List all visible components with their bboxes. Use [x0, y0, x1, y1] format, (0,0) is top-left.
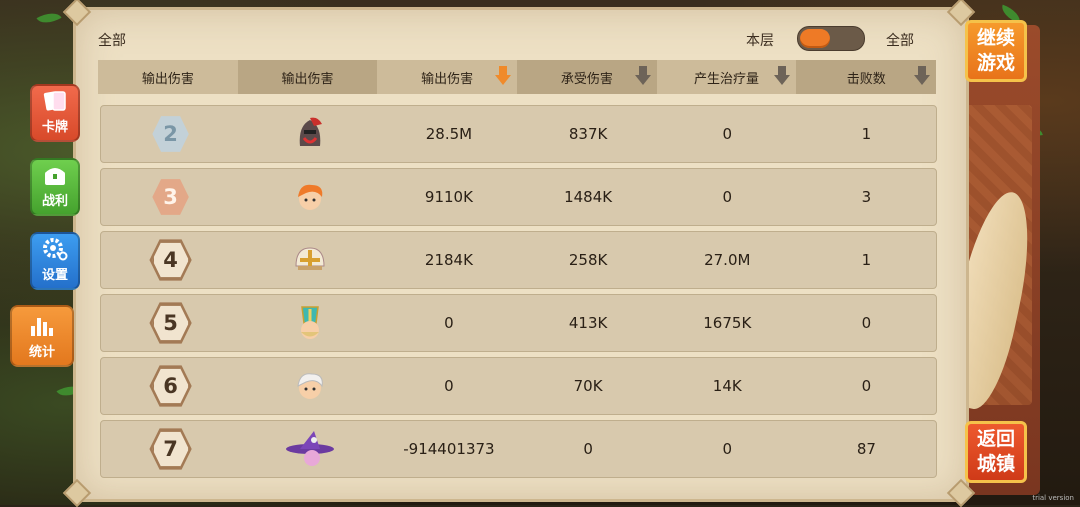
hero-cell [240, 179, 379, 215]
stats-button[interactable]: 统计 [10, 305, 74, 367]
settings-button[interactable]: 设置 [30, 232, 80, 290]
table-row[interactable]: 7 -914401373 0 0 87 [100, 420, 937, 478]
return-line-2: 城镇 [976, 453, 1015, 475]
header-label: 输出伤害 [141, 71, 194, 87]
damage-taken: 413K [568, 314, 608, 332]
header-label: 产生治疗量 [694, 71, 760, 87]
orange-hair-hero-icon [292, 179, 328, 215]
sort-down-icon [634, 66, 651, 86]
damage-dealt: 0 [444, 314, 454, 332]
table-row[interactable]: 2 28.5M 837K 0 1 [100, 105, 937, 163]
floor-label: 本层 [746, 33, 774, 49]
hero-cell [240, 116, 379, 152]
bishop-priest-icon [292, 305, 328, 341]
watermark: trial version [1032, 494, 1074, 502]
cards-icon [42, 89, 68, 113]
table-row[interactable]: 3 9110K 1484K 0 3 [100, 168, 937, 226]
red-helmet-knight-icon [292, 116, 328, 152]
rank-cell: 3 [101, 178, 240, 216]
healing: 27.0M [704, 251, 751, 269]
gear-icon [42, 237, 68, 261]
bar-chart-icon [29, 314, 55, 338]
settings-label: 设置 [41, 268, 68, 283]
floor-all-toggle[interactable] [797, 26, 865, 51]
rank-cell: 6 [101, 364, 240, 408]
paladin-helmet-icon [292, 242, 328, 278]
damage-dealt: 2184K [424, 251, 473, 269]
loot-button[interactable]: 战利 [30, 158, 80, 216]
treasure-chest-icon [42, 163, 68, 187]
damage-dealt: 28.5M [425, 125, 473, 143]
hero-cell [240, 431, 379, 467]
rank-badge: 2 [152, 116, 189, 152]
table-header: 输出伤害 输出伤害 输出伤害 承受伤害 产生治疗量 击败数 [98, 60, 937, 94]
purple-witch-icon [284, 431, 336, 467]
return-line-1: 返回 [976, 428, 1015, 451]
header-kills[interactable]: 击败数 [796, 60, 937, 94]
return-town-button[interactable]: 返回 城镇 [965, 421, 1027, 483]
damage-taken: 258K [568, 251, 608, 269]
rank-frame: 7 [149, 427, 193, 471]
rank-frame: 5 [149, 301, 193, 345]
header-label: 击败数 [846, 71, 886, 87]
continue-line-2: 游戏 [976, 52, 1015, 74]
cards-label: 卡牌 [41, 120, 68, 135]
continue-game-button[interactable]: 继续 游戏 [965, 20, 1027, 82]
hero-cell [240, 242, 379, 278]
healing: 1675K [703, 314, 752, 332]
rank-frame: 6 [149, 364, 193, 408]
kills: 1 [861, 251, 872, 269]
rank-badge: 3 [152, 179, 189, 215]
healing: 0 [722, 125, 733, 143]
header-healing[interactable]: 产生治疗量 [656, 60, 797, 94]
header-label: 输出伤害 [421, 71, 474, 87]
white-hair-hero-icon [292, 368, 328, 404]
damage-taken: 0 [583, 440, 593, 458]
header-hero[interactable]: 输出伤害 [237, 60, 378, 94]
rank-cell: 5 [101, 301, 240, 345]
rank-cell: 2 [101, 115, 240, 153]
hero-cell [240, 305, 379, 341]
sort-down-icon [914, 66, 931, 86]
table-row[interactable]: 4 2184K 258K 27.0M 1 [100, 231, 937, 289]
continue-line-1: 继续 [976, 27, 1015, 50]
all-label: 全部 [886, 33, 914, 49]
header-label: 输出伤害 [281, 71, 334, 87]
healing: 0 [722, 440, 733, 458]
sort-down-icon [774, 66, 791, 86]
sort-down-icon [495, 66, 512, 86]
damage-taken: 70K [573, 377, 603, 395]
table-row[interactable]: 5 0 413K 1675K 0 [100, 294, 937, 352]
loot-label: 战利 [41, 194, 68, 209]
header-rank[interactable]: 输出伤害 [98, 60, 238, 94]
damage-dealt: -914401373 [403, 440, 495, 458]
kills: 1 [861, 125, 872, 143]
damage-taken: 1484K [564, 188, 613, 206]
rank-frame: 4 [149, 238, 193, 282]
healing: 0 [722, 188, 733, 206]
scope-label: 全部 [98, 33, 126, 49]
toggle-knob [800, 29, 830, 48]
kills: 0 [861, 314, 872, 332]
rank-cell: 4 [101, 238, 240, 282]
damage-dealt: 0 [444, 377, 454, 395]
kills: 0 [861, 377, 872, 395]
kills: 87 [856, 440, 876, 458]
damage-taken: 837K [568, 125, 608, 143]
cards-button[interactable]: 卡牌 [30, 84, 80, 142]
header-label: 承受伤害 [560, 71, 613, 87]
hero-cell [240, 368, 379, 404]
kills: 3 [861, 188, 872, 206]
stats-label: 统计 [28, 345, 55, 360]
table-row[interactable]: 6 0 70K 14K 0 [100, 357, 937, 415]
header-damage-taken[interactable]: 承受伤害 [517, 60, 657, 94]
header-damage-dealt[interactable]: 输出伤害 [377, 60, 518, 94]
damage-dealt: 9110K [424, 188, 473, 206]
healing: 14K [712, 377, 742, 395]
rank-cell: 7 [101, 427, 240, 471]
